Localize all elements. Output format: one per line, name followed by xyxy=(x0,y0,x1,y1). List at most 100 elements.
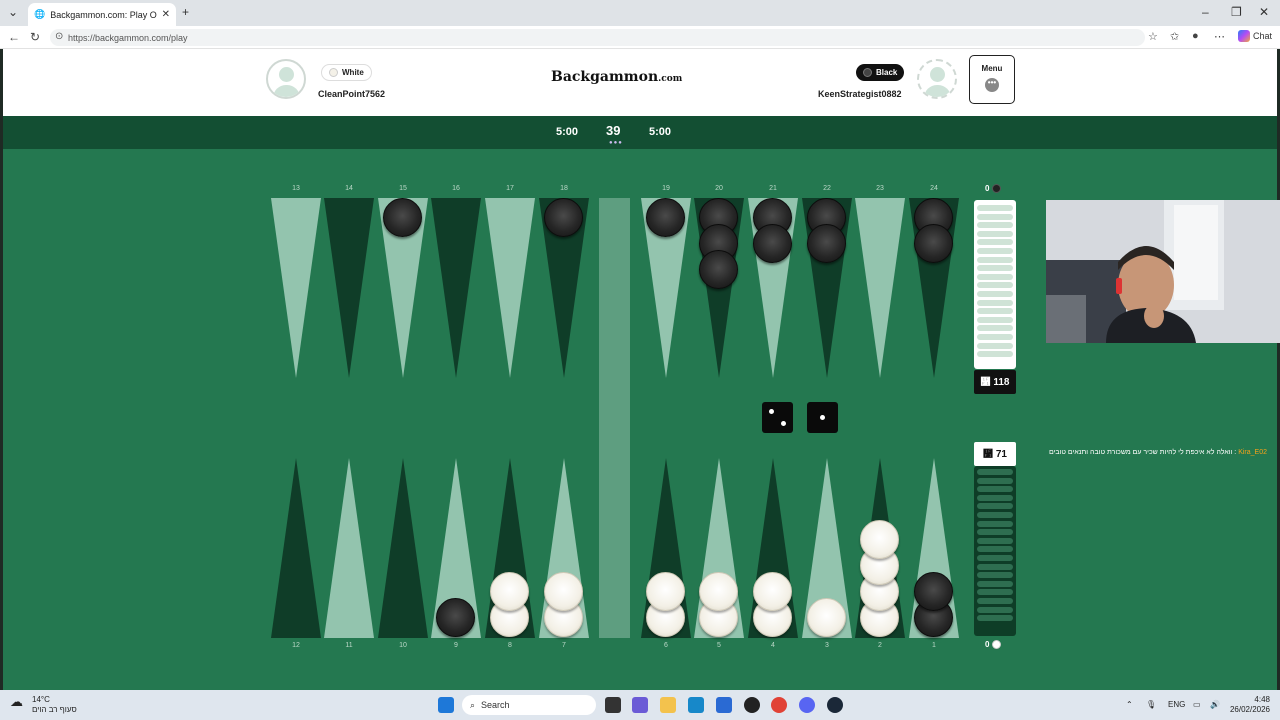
weather-temp: 14°C xyxy=(32,695,50,704)
white-checker[interactable] xyxy=(753,572,792,611)
point-number-label: 4 xyxy=(771,642,775,649)
die-right[interactable] xyxy=(807,402,838,433)
point-number-label: 7 xyxy=(562,642,566,649)
white-pip-count: ῱ 71 xyxy=(974,442,1016,466)
steam-icon[interactable] xyxy=(827,697,843,713)
player-left-avatar xyxy=(266,59,306,99)
point-number-label: 9 xyxy=(454,642,458,649)
white-checker[interactable] xyxy=(807,598,846,637)
address-bar-row: ← ↻ ⊙ https://backgammon.com/play ☆ ✩ ● … xyxy=(0,26,1280,49)
display-icon[interactable]: ▭ xyxy=(1193,700,1201,709)
new-tab-plus-icon[interactable]: + xyxy=(182,5,189,19)
menu-button[interactable]: Menu ••• xyxy=(969,55,1015,104)
site-info-icon[interactable]: ⊙ xyxy=(55,31,63,42)
tab-list-chevron-icon[interactable]: ⌄ xyxy=(8,5,18,19)
start-menu-icon[interactable] xyxy=(438,697,454,713)
tray-slot xyxy=(977,529,1013,536)
black-checker[interactable] xyxy=(544,198,583,237)
close-tab-icon[interactable]: ✕ xyxy=(162,9,170,20)
close-window-icon[interactable]: ✕ xyxy=(1259,5,1269,19)
maximize-icon[interactable]: ❐ xyxy=(1231,5,1242,19)
teams-icon[interactable] xyxy=(632,697,648,713)
pip-prefix: ῱ xyxy=(980,376,991,388)
die-left[interactable] xyxy=(762,402,793,433)
browser-tab-bar: ⌄ 🌐 Backgammon.com: Play Online Ba ✕ + –… xyxy=(0,0,1280,26)
black-checker[interactable] xyxy=(383,198,422,237)
microphone-icon[interactable]: 🎙 xyxy=(1146,700,1156,709)
point-16[interactable] xyxy=(431,198,481,378)
point-number-label: 20 xyxy=(715,185,723,192)
black-checker-mini-icon xyxy=(992,184,1002,193)
taskbar-clock[interactable]: 4:48 26/02/2026 xyxy=(1230,695,1270,715)
obs-icon[interactable] xyxy=(744,697,760,713)
tray-slot xyxy=(977,546,1013,553)
white-checker[interactable] xyxy=(490,572,529,611)
point-number-label: 10 xyxy=(399,642,407,649)
white-bear-off-tray[interactable] xyxy=(974,466,1016,636)
more-options-icon[interactable]: ⋯ xyxy=(1214,30,1225,43)
tray-slot xyxy=(977,230,1013,237)
favorites-icon[interactable]: ✩ xyxy=(1170,30,1179,43)
weather-description: סעוף רב הוים xyxy=(32,705,77,714)
tray-slot xyxy=(977,239,1013,246)
game-area: 5:00 39 ●●● 5:00 13 12 14 11 15 10 16 9 17 8 18 7 19… xyxy=(3,116,1280,690)
white-checker[interactable] xyxy=(646,572,685,611)
favorite-star-icon[interactable]: ☆ xyxy=(1148,30,1158,43)
logo-main-text: Backgammon xyxy=(551,69,659,85)
black-bear-off-tray[interactable] xyxy=(974,200,1016,369)
point-13[interactable] xyxy=(271,198,321,378)
black-checker[interactable] xyxy=(914,572,953,611)
point-11[interactable] xyxy=(324,458,374,638)
chrome-icon[interactable] xyxy=(771,697,787,713)
point-number-label: 24 xyxy=(930,185,938,192)
point-number-label: 18 xyxy=(560,185,568,192)
browser-tab[interactable]: 🌐 Backgammon.com: Play Online Ba ✕ xyxy=(28,3,176,26)
black-checker[interactable] xyxy=(436,598,475,637)
black-checker[interactable] xyxy=(699,250,738,289)
weather-cloud-icon: ☁ xyxy=(10,694,23,709)
tray-slot xyxy=(977,494,1013,501)
tray-slot xyxy=(977,615,1013,622)
point-23[interactable] xyxy=(855,198,905,378)
copilot-chat-button[interactable]: Chat xyxy=(1237,30,1272,42)
chat-label: Chat xyxy=(1252,31,1272,41)
tray-slot xyxy=(977,308,1013,315)
point-10[interactable] xyxy=(378,458,428,638)
site-logo[interactable]: Backgammon.com xyxy=(551,69,682,85)
discord-icon[interactable] xyxy=(799,697,815,713)
store-icon[interactable] xyxy=(716,697,732,713)
refresh-icon[interactable]: ↻ xyxy=(30,30,40,44)
weather-widget[interactable]: ☁ 14°C סעוף רב הוים xyxy=(10,695,77,715)
profile-icon[interactable]: ● xyxy=(1192,30,1199,42)
taskbar-search[interactable]: ⌕ Search xyxy=(462,695,596,715)
point-number-label: 19 xyxy=(662,185,670,192)
black-checker-icon xyxy=(863,68,872,77)
tray-slot xyxy=(977,563,1013,570)
point-number-label: 23 xyxy=(876,185,884,192)
white-off-value: 0 xyxy=(985,640,990,649)
black-off-value: 0 xyxy=(985,184,990,193)
black-checker[interactable] xyxy=(753,224,792,263)
url-field[interactable]: ⊙ https://backgammon.com/play xyxy=(50,29,1145,46)
black-checker[interactable] xyxy=(914,224,953,263)
board-bar[interactable] xyxy=(599,198,630,638)
task-view-icon[interactable] xyxy=(605,697,621,713)
show-hidden-icons-chevron-icon[interactable]: ⌃ xyxy=(1126,700,1133,709)
point-number-label: 12 xyxy=(292,642,300,649)
black-off-count: 0 xyxy=(985,184,1002,193)
point-14[interactable] xyxy=(324,198,374,378)
language-indicator[interactable]: ENG xyxy=(1168,700,1185,709)
edge-browser-icon[interactable] xyxy=(688,697,704,713)
back-arrow-icon[interactable]: ← xyxy=(8,30,20,44)
white-checker[interactable] xyxy=(699,572,738,611)
file-explorer-icon[interactable] xyxy=(660,697,676,713)
point-17[interactable] xyxy=(485,198,535,378)
point-12[interactable] xyxy=(271,458,321,638)
minimize-icon[interactable]: – xyxy=(1202,5,1209,19)
white-checker[interactable] xyxy=(860,520,899,559)
black-checker[interactable] xyxy=(646,198,685,237)
white-checker[interactable] xyxy=(544,572,583,611)
point-number-label: 11 xyxy=(345,642,353,649)
black-checker[interactable] xyxy=(807,224,846,263)
volume-icon[interactable]: 🔊 xyxy=(1210,700,1220,709)
